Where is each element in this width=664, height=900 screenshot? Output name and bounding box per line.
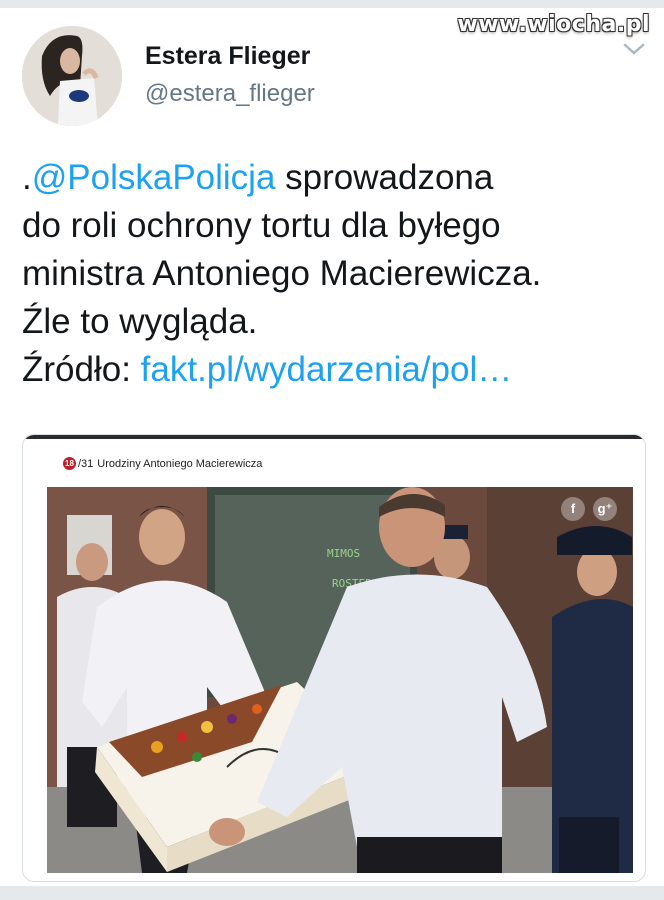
cake-carrying-photo: MIMOS ROSTER bbox=[47, 487, 633, 873]
avatar[interactable] bbox=[22, 26, 122, 126]
source-label: Źródło: bbox=[22, 350, 141, 389]
gallery-caption: 18 /31 Urodziny Antoniego Macierewicza bbox=[63, 457, 262, 470]
tweet-line-1: .@PolskaPolicja sprowadzona bbox=[22, 154, 652, 202]
watermark: www.wiocha.pl bbox=[457, 12, 650, 37]
news-photo[interactable]: MIMOS ROSTER f g⁺ bbox=[47, 487, 633, 873]
tweet-text: .@PolskaPolicja sprowadzona do roli ochr… bbox=[22, 154, 652, 394]
avatar-image bbox=[22, 26, 122, 126]
tweet-line-2: do roli ochrony tortu dla byłego bbox=[22, 206, 501, 245]
gallery-counter: /31 bbox=[78, 457, 94, 470]
top-divider bbox=[0, 0, 664, 8]
tweet-dot: . bbox=[22, 158, 32, 197]
card-top-bar bbox=[23, 435, 645, 439]
source-link[interactable]: fakt.pl/wydarzenia/pol… bbox=[141, 350, 513, 389]
media-card[interactable]: 18 /31 Urodziny Antoniego Macierewicza M… bbox=[22, 434, 646, 882]
svg-text:MIMOS: MIMOS bbox=[327, 547, 360, 560]
display-name[interactable]: Estera Flieger bbox=[145, 42, 310, 71]
mention-link[interactable]: @PolskaPolicja bbox=[32, 158, 276, 197]
gallery-badge: 18 bbox=[63, 457, 76, 470]
tweet-line-1-suffix: sprowadzona bbox=[275, 158, 494, 197]
facebook-icon[interactable]: f bbox=[561, 497, 585, 521]
user-handle[interactable]: @estera_flieger bbox=[145, 80, 315, 108]
chevron-down-icon[interactable] bbox=[622, 40, 646, 58]
tweet-line-4: Źle to wygląda. bbox=[22, 302, 258, 341]
gallery-title: Urodziny Antoniego Macierewicza bbox=[97, 457, 263, 470]
tweet-line-5: Źródło: fakt.pl/wydarzenia/pol… bbox=[22, 346, 652, 394]
tweet-line-3: ministra Antoniego Macierewicza. bbox=[22, 254, 542, 293]
bottom-divider bbox=[0, 886, 664, 900]
google-plus-icon[interactable]: g⁺ bbox=[593, 497, 617, 521]
